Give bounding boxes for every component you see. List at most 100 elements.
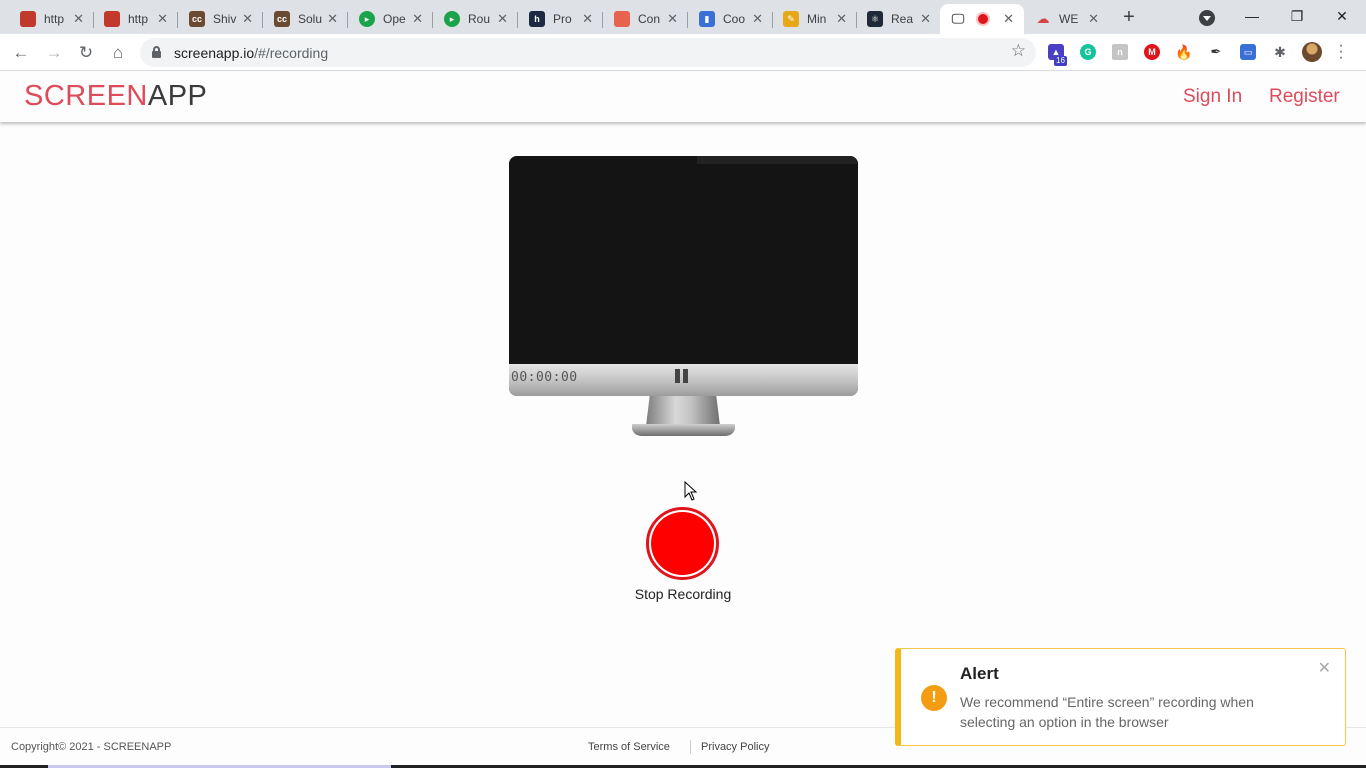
tab-title: Min [807, 12, 827, 26]
h-icon: h [529, 11, 545, 27]
mega-extension-icon[interactable]: M [1144, 44, 1160, 60]
browser-tab[interactable]: ☁ WE ✕ [1025, 4, 1109, 34]
url-text[interactable]: screenapp.io/#/recording [174, 45, 328, 61]
close-icon[interactable]: ✕ [752, 12, 763, 26]
close-icon[interactable]: ✕ [157, 12, 168, 26]
site-header: SCREENAPP Sign In Register [0, 72, 1366, 122]
browser-tab[interactable]: cc Solu ✕ [264, 4, 348, 34]
logo-part-screen: SCREEN [24, 80, 148, 112]
grammarly-extension-icon[interactable]: G [1080, 44, 1096, 60]
close-icon[interactable]: ✕ [242, 12, 253, 26]
close-icon[interactable]: ✕ [327, 12, 338, 26]
browser-tab[interactable]: Con ✕ [604, 4, 688, 34]
tab-title: http [128, 12, 149, 26]
close-icon[interactable]: ✕ [1088, 12, 1099, 26]
react-icon: ⚛ [867, 11, 883, 27]
close-icon[interactable]: ✕ [1003, 12, 1014, 26]
tab-title: Shiv [213, 12, 237, 26]
sign-in-link[interactable]: Sign In [1183, 86, 1242, 108]
close-icon[interactable]: ✕ [1318, 658, 1331, 678]
more-menu-icon[interactable]: · · · [1336, 38, 1346, 66]
tab-title: Rou [468, 12, 491, 26]
home-icon[interactable]: ⌂ [107, 42, 129, 64]
mouse-cursor-icon [684, 481, 698, 501]
tab-title: Con [638, 12, 661, 26]
browser-tab[interactable]: ▸ Rou ✕ [434, 4, 518, 34]
address-bar[interactable]: screenapp.io/#/recording ☆ [140, 38, 1036, 67]
tab-search-icon[interactable] [1199, 10, 1215, 26]
red-box-icon [104, 11, 120, 27]
alert-toast: ! Alert We recommend “Entire screen” rec… [895, 648, 1346, 746]
eyedropper-extension-icon[interactable]: ✒ [1208, 44, 1224, 60]
preview-screen [509, 156, 858, 364]
bar-chart-icon: ▮ [699, 11, 715, 27]
browser-tab[interactable]: ▮ Coo ✕ [689, 4, 773, 34]
monitor-stand-base [632, 424, 735, 436]
puzzle-extensions-icon[interactable]: ✱ [1272, 44, 1288, 60]
record-dot-icon [651, 512, 714, 575]
tab-title: Solu [298, 12, 322, 26]
close-window-icon[interactable]: ✕ [1332, 6, 1352, 26]
close-icon[interactable]: ✕ [667, 12, 678, 26]
tab-title: Ope [383, 12, 406, 26]
back-icon[interactable]: ← [10, 42, 32, 64]
screen-extension-icon[interactable]: ▭ [1240, 44, 1256, 60]
browser-tab-active[interactable]: 🖵 ✕ [940, 4, 1024, 34]
browser-tab[interactable]: ⚛ Rea ✕ [857, 4, 941, 34]
alert-message: We recommend “Entire screen” recording w… [960, 694, 1254, 730]
stop-recording-button[interactable] [646, 507, 719, 580]
browser-tab[interactable]: http ✕ [10, 4, 94, 34]
browser-tab[interactable]: ▸ Ope ✕ [349, 4, 433, 34]
profile-avatar[interactable] [1302, 42, 1322, 62]
privacy-policy-link[interactable]: Privacy Policy [701, 741, 769, 753]
close-icon[interactable]: ✕ [836, 12, 847, 26]
browser-tab-strip: http ✕ http ✕ cc Shiv ✕ cc Solu ✕ ▸ Ope … [0, 0, 1366, 34]
monitor-icon: 🖵 [951, 11, 965, 26]
cc-icon: cc [274, 11, 290, 27]
pause-icon[interactable] [675, 369, 689, 383]
bookmark-star-icon[interactable]: ☆ [1011, 41, 1026, 61]
new-tab-button[interactable]: + [1118, 6, 1140, 28]
book-icon [614, 11, 630, 27]
browser-tab[interactable]: h Pro ✕ [519, 4, 603, 34]
close-icon[interactable]: ✕ [497, 12, 508, 26]
tab-title: Coo [723, 12, 746, 26]
tab-title: Rea [891, 12, 914, 26]
cc-icon: cc [189, 11, 205, 27]
restore-icon[interactable]: ❐ [1287, 6, 1307, 26]
logo-part-app: APP [147, 80, 208, 112]
tab-title: http [44, 12, 65, 26]
green-shield-icon: ▸ [359, 11, 375, 27]
close-icon[interactable]: ✕ [73, 12, 84, 26]
register-link[interactable]: Register [1269, 86, 1340, 108]
url-path: /#/recording [254, 45, 329, 61]
pencil-icon: ✎ [783, 11, 799, 27]
extension-badge: 16 [1054, 56, 1067, 66]
screenapp-logo[interactable]: SCREENAPP [24, 80, 207, 113]
recording-indicator-icon [978, 14, 988, 24]
lock-icon [152, 46, 161, 58]
terms-of-service-link[interactable]: Terms of Service [588, 741, 670, 753]
monitor-stand [646, 396, 720, 426]
close-icon[interactable]: ✕ [412, 12, 423, 26]
browser-toolbar: ← → ↻ ⌂ screenapp.io/#/recording ☆ ▲ G n… [0, 34, 1366, 71]
forward-icon[interactable]: → [43, 42, 65, 64]
fire-extension-icon[interactable]: 🔥 [1175, 44, 1192, 60]
browser-tab[interactable]: ✎ Min ✕ [773, 4, 857, 34]
close-icon[interactable]: ✕ [920, 12, 931, 26]
tab-title: Pro [553, 12, 572, 26]
warning-icon: ! [921, 685, 947, 711]
reload-icon[interactable]: ↻ [75, 42, 97, 64]
green-shield-icon: ▸ [444, 11, 460, 27]
minimize-icon[interactable]: — [1242, 6, 1262, 26]
monitor-bezel: 00:00:00 [509, 364, 858, 396]
reader-extension-icon[interactable]: n [1112, 44, 1128, 60]
alert-title: Alert [960, 664, 999, 683]
recording-timer: 00:00:00 [511, 370, 578, 385]
recording-preview-monitor: 00:00:00 [509, 156, 858, 396]
browser-tab[interactable]: cc Shiv ✕ [179, 4, 263, 34]
url-host: screenapp.io [174, 45, 255, 61]
browser-tab[interactable]: http ✕ [94, 4, 178, 34]
stop-recording-label[interactable]: Stop Recording [583, 586, 783, 602]
close-icon[interactable]: ✕ [582, 12, 593, 26]
